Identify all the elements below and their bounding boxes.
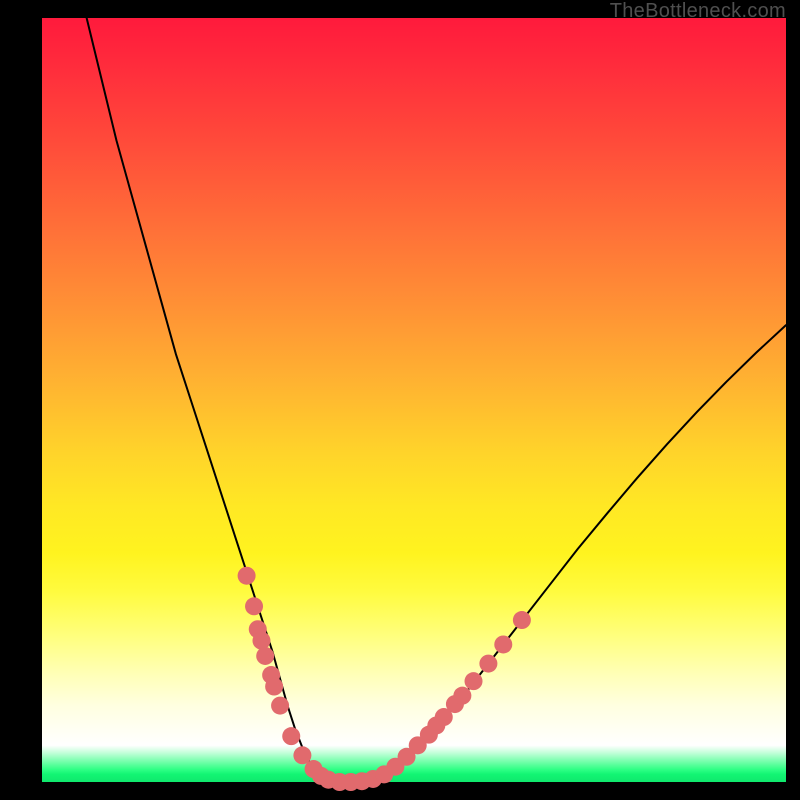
data-marker bbox=[465, 672, 483, 690]
data-marker bbox=[252, 632, 270, 650]
data-marker bbox=[453, 687, 471, 705]
data-marker bbox=[245, 597, 263, 615]
chart-svg bbox=[42, 18, 786, 782]
watermark-text: TheBottleneck.com bbox=[610, 0, 786, 23]
data-marker bbox=[271, 697, 289, 715]
data-marker bbox=[256, 647, 274, 665]
plot-area bbox=[42, 18, 786, 782]
data-marker bbox=[494, 635, 512, 653]
data-marker bbox=[265, 678, 283, 696]
data-marker bbox=[282, 727, 300, 745]
data-markers bbox=[238, 567, 531, 791]
data-marker bbox=[479, 655, 497, 673]
data-marker bbox=[513, 611, 531, 629]
chart-frame: TheBottleneck.com bbox=[0, 0, 800, 800]
bottleneck-curve bbox=[87, 18, 786, 782]
data-marker bbox=[238, 567, 256, 585]
